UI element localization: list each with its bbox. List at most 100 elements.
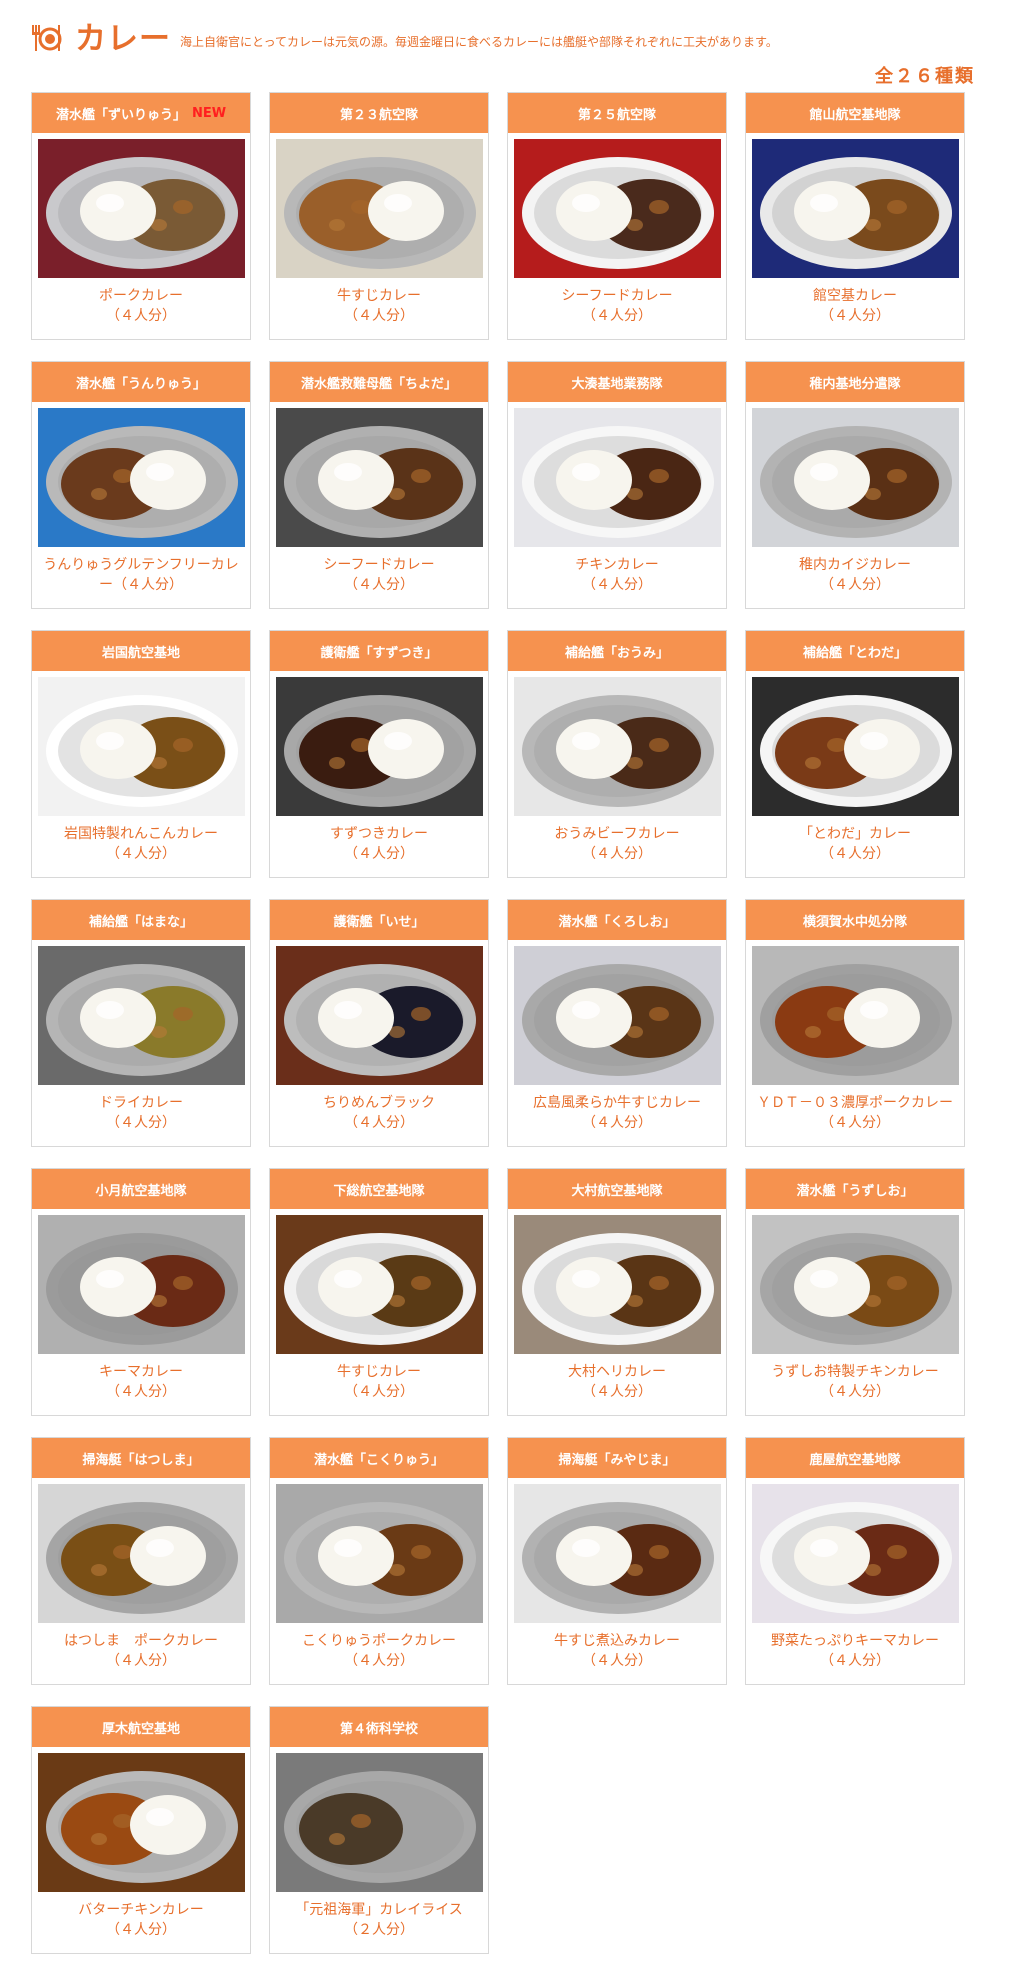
curry-card[interactable]: 横須賀水中処分隊 ＹＤＴ－０３濃厚ポークカレー （４人分）	[745, 899, 965, 1147]
curry-card[interactable]: 稚内基地分遣隊 稚内カイジカレー （４人分）	[745, 361, 965, 609]
curry-name[interactable]: ドライカレー	[32, 1093, 250, 1113]
card-unit-label: 潜水艦「ずいりゅう」	[55, 107, 186, 123]
curry-card[interactable]: 岩国航空基地 岩国特製れんこんカレー （４人分）	[31, 630, 251, 878]
curry-name[interactable]: 野菜たっぷりキーマカレー	[746, 1631, 964, 1651]
curry-photo[interactable]	[275, 1753, 483, 1892]
curry-photo[interactable]	[751, 677, 959, 816]
card-unit-header: 補給艦「おうみ」	[508, 631, 726, 671]
card-unit-label: 厚木航空基地	[101, 1721, 180, 1737]
servings-label: （４人分）	[820, 1653, 890, 1669]
curry-name[interactable]: チキンカレー	[508, 555, 726, 575]
card-unit-header: 掃海艇「はつしま」	[32, 1438, 250, 1478]
curry-name[interactable]: 岩国特製れんこんカレー	[32, 824, 250, 844]
curry-name[interactable]: シーフードカレー	[508, 286, 726, 306]
curry-card[interactable]: 厚木航空基地 バターチキンカレー （４人分）	[31, 1706, 251, 1954]
curry-name[interactable]: シーフードカレー	[270, 555, 488, 575]
card-unit-label: 稚内基地分遣隊	[809, 376, 901, 392]
curry-photo[interactable]	[513, 946, 721, 1085]
curry-card[interactable]: 護衛艦「すずつき」 すずつきカレー （４人分）	[269, 630, 489, 878]
card-unit-label: 護衛艦「すずつき」	[320, 645, 438, 661]
curry-photo[interactable]	[513, 139, 721, 278]
curry-card[interactable]: 掃海艇「はつしま」 はつしま ポークカレー （４人分）	[31, 1437, 251, 1685]
curry-photo[interactable]	[513, 408, 721, 547]
card-unit-header: 下総航空基地隊	[270, 1169, 488, 1209]
curry-name[interactable]: すずつきカレー	[270, 824, 488, 844]
curry-photo[interactable]	[275, 1484, 483, 1623]
curry-name[interactable]: ＹＤＴ－０３濃厚ポークカレー	[746, 1093, 964, 1113]
curry-name[interactable]: 広島風柔らか牛すじカレー	[508, 1093, 726, 1113]
curry-photo[interactable]	[275, 1215, 483, 1354]
curry-photo[interactable]	[513, 1215, 721, 1354]
servings-label: （４人分）	[344, 308, 414, 324]
curry-card[interactable]: 第４術科学校 「元祖海軍」カレイライス （２人分）	[269, 1706, 489, 1954]
curry-photo[interactable]	[751, 1215, 959, 1354]
curry-card[interactable]: 潜水艦救難母艦「ちよだ」 シーフードカレー （４人分）	[269, 361, 489, 609]
curry-card[interactable]: 潜水艦「こくりゅう」 こくりゅうポークカレー （４人分）	[269, 1437, 489, 1685]
curry-name[interactable]: うんりゅうグルテンフリーカレー（４人分）	[32, 555, 250, 595]
curry-card[interactable]: 第２３航空隊 牛すじカレー （４人分）	[269, 92, 489, 340]
curry-card[interactable]: 館山航空基地隊館空基カレー （４人分）	[745, 92, 965, 340]
curry-name[interactable]: 「元祖海軍」カレイライス	[270, 1900, 488, 1920]
curry-name[interactable]: おうみビーフカレー	[508, 824, 726, 844]
card-unit-header: 第４術科学校	[270, 1707, 488, 1747]
curry-name[interactable]: 「とわだ」カレー	[746, 824, 964, 844]
curry-card[interactable]: 掃海艇「みやじま」 牛すじ煮込みカレー （４人分）	[507, 1437, 727, 1685]
curry-name[interactable]: 大村ヘリカレー	[508, 1362, 726, 1382]
card-unit-header: 潜水艦救難母艦「ちよだ」	[270, 362, 488, 402]
card-unit-header: 館山航空基地隊	[746, 93, 964, 133]
curry-card[interactable]: 潜水艦「うんりゅう」 うんりゅうグルテンフリーカレー（４人分）	[31, 361, 251, 609]
curry-name[interactable]: キーマカレー	[32, 1362, 250, 1382]
curry-name[interactable]: ちりめんブラック	[270, 1093, 488, 1113]
curry-photo[interactable]	[37, 1753, 245, 1892]
curry-photo[interactable]	[37, 1484, 245, 1623]
card-unit-header: 護衛艦「いせ」	[270, 900, 488, 940]
curry-card[interactable]: 大湊基地業務隊 チキンカレー （４人分）	[507, 361, 727, 609]
curry-photo[interactable]	[751, 408, 959, 547]
page-header: カレー 海上自衛官にとってカレーは元気の源。毎週金曜日に食べるカレーには艦艇や部…	[30, 18, 985, 87]
card-unit-label: 館山航空基地隊	[809, 107, 901, 123]
curry-photo[interactable]	[275, 946, 483, 1085]
curry-card[interactable]: 補給艦「はまな」 ドライカレー （４人分）	[31, 899, 251, 1147]
curry-name[interactable]: こくりゅうポークカレー	[270, 1631, 488, 1651]
curry-name[interactable]: ポークカレー	[32, 286, 250, 306]
curry-card[interactable]: 潜水艦「うずしお」 うずしお特製チキンカレー （４人分）	[745, 1168, 965, 1416]
curry-card[interactable]: 鹿屋航空基地隊野菜たっぷりキーマカレー （４人分）	[745, 1437, 965, 1685]
curry-photo[interactable]	[275, 139, 483, 278]
servings-label: （４人分）	[106, 308, 176, 324]
curry-name[interactable]: うずしお特製チキンカレー	[746, 1362, 964, 1382]
curry-name[interactable]: 館空基カレー	[746, 286, 964, 306]
curry-name[interactable]: 牛すじカレー	[270, 1362, 488, 1382]
curry-card[interactable]: 大村航空基地隊 大村ヘリカレー （４人分）	[507, 1168, 727, 1416]
curry-photo[interactable]	[37, 408, 245, 547]
curry-name[interactable]: はつしま ポークカレー	[32, 1631, 250, 1651]
servings-label: （４人分）	[820, 308, 890, 324]
curry-photo[interactable]	[37, 946, 245, 1085]
curry-photo[interactable]	[513, 677, 721, 816]
card-unit-header: 厚木航空基地	[32, 1707, 250, 1747]
servings-label: （４人分）	[106, 1384, 176, 1400]
curry-card[interactable]: 護衛艦「いせ」 ちりめんブラック （４人分）	[269, 899, 489, 1147]
curry-name[interactable]: バターチキンカレー	[32, 1900, 250, 1920]
curry-photo[interactable]	[275, 408, 483, 547]
curry-photo[interactable]	[37, 139, 245, 278]
curry-name[interactable]: 牛すじカレー	[270, 286, 488, 306]
curry-card[interactable]: 第２５航空隊 シーフードカレー （４人分）	[507, 92, 727, 340]
curry-card[interactable]: 小月航空基地隊 キーマカレー （４人分）	[31, 1168, 251, 1416]
curry-photo[interactable]	[37, 677, 245, 816]
card-unit-label: 鹿屋航空基地隊	[809, 1452, 901, 1468]
curry-name[interactable]: 牛すじ煮込みカレー	[508, 1631, 726, 1651]
curry-card[interactable]: 潜水艦「くろしお」 広島風柔らか牛すじカレー （４人分）	[507, 899, 727, 1147]
curry-photo[interactable]	[275, 677, 483, 816]
card-unit-label: 補給艦「おうみ」	[564, 645, 669, 661]
curry-photo[interactable]	[513, 1484, 721, 1623]
curry-card[interactable]: 下総航空基地隊 牛すじカレー （４人分）	[269, 1168, 489, 1416]
curry-photo[interactable]	[37, 1215, 245, 1354]
curry-card[interactable]: 補給艦「おうみ」 おうみビーフカレー （４人分）	[507, 630, 727, 878]
curry-card[interactable]: 潜水艦「ずいりゅう」 NEW ポークカレー （４人分）	[31, 92, 251, 340]
curry-photo[interactable]	[751, 946, 959, 1085]
card-unit-label: 掃海艇「はつしま」	[82, 1452, 200, 1468]
curry-name[interactable]: 稚内カイジカレー	[746, 555, 964, 575]
curry-card[interactable]: 補給艦「とわだ」 「とわだ」カレー （４人分）	[745, 630, 965, 878]
curry-photo[interactable]	[751, 1484, 959, 1623]
curry-photo[interactable]	[751, 139, 959, 278]
